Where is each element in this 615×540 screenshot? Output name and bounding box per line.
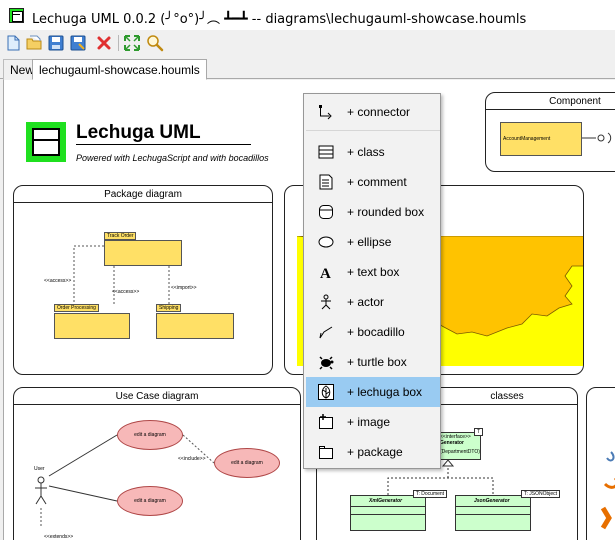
text-box-icon: A <box>320 266 331 280</box>
menu-item-package-label: + package <box>347 445 403 459</box>
import-label: <<import>> <box>171 285 197 291</box>
lechuga-app-icon <box>9 8 24 23</box>
use-case-diagram-sheet[interactable]: Use Case diagram edit a diagram edit a d… <box>13 387 301 540</box>
image-icon <box>319 414 333 429</box>
menu-item-connector[interactable]: + connector <box>306 97 440 127</box>
brand-logo-icon <box>26 122 66 162</box>
java-logo-icon <box>600 451 615 530</box>
use-case-connectors <box>35 434 215 528</box>
brand-title: Lechuga UML <box>76 122 251 145</box>
access-label-2: <<access>> <box>112 289 140 295</box>
save-as-icon[interactable] <box>69 34 87 52</box>
access-label-1: <<access>> <box>44 278 72 284</box>
menu-item-lechuga-box-label: + lechuga box <box>347 385 423 399</box>
menu-item-actor-label: + actor <box>347 295 385 309</box>
brand-subtitle: Powered with LechugaScript and with boca… <box>76 153 269 163</box>
menu-item-ellipse-label: + ellipse <box>347 235 392 249</box>
menu-item-actor[interactable]: + actor <box>306 287 440 317</box>
window-title: Lechuga UML 0.0.2 (╯°o°)╯︵ ┻━┻ -- diagra… <box>32 12 527 27</box>
open-folder-icon[interactable] <box>25 34 43 52</box>
toolbar <box>0 30 615 57</box>
svg-text:A: A <box>320 266 331 280</box>
new-file-icon[interactable] <box>4 34 22 52</box>
menu-item-connector-label: + connector <box>347 105 411 119</box>
turtle-icon <box>319 356 334 370</box>
title-bar: Lechuga UML 0.0.2 (╯°o°)╯︵ ┻━┻ -- diagra… <box>0 0 615 30</box>
menu-item-text-box-label: + text box <box>347 265 400 279</box>
package-icon <box>319 446 333 459</box>
java-sheet[interactable] <box>586 387 615 540</box>
menu-item-class[interactable]: + class <box>306 137 440 167</box>
include-label: <<include>> <box>178 456 206 462</box>
menu-item-rounded-box[interactable]: + rounded box <box>306 197 440 227</box>
tab-showcase[interactable]: lechugauml-showcase.houmls <box>32 59 207 80</box>
bocadillo-icon <box>319 326 333 339</box>
insert-context-menu: + connector + class + comment + rounded … <box>303 93 441 469</box>
menu-item-bocadillo[interactable]: + bocadillo <box>306 317 440 347</box>
lechuga-icon <box>318 384 334 400</box>
menu-item-comment[interactable]: + comment <box>306 167 440 197</box>
package-diagram-sheet[interactable]: Package diagram Track Order Order Proces… <box>13 185 273 375</box>
class-icon <box>318 145 334 159</box>
menu-item-comment-label: + comment <box>347 175 407 189</box>
save-icon[interactable] <box>47 34 65 52</box>
component-port <box>582 132 612 144</box>
actor-label: User <box>34 466 45 472</box>
menu-item-turtle-box-label: + turtle box <box>347 355 407 369</box>
actor-icon <box>321 294 331 310</box>
menu-item-bocadillo-label: + bocadillo <box>347 325 405 339</box>
comment-icon <box>319 174 333 190</box>
zoom-icon[interactable] <box>146 34 164 52</box>
rounded-box-icon <box>319 205 333 219</box>
ellipse-icon <box>318 236 334 248</box>
menu-item-rounded-box-label: + rounded box <box>347 205 425 219</box>
delete-icon[interactable] <box>95 34 113 52</box>
menu-item-image[interactable]: + image <box>306 407 440 437</box>
connector-icon <box>319 105 332 120</box>
menu-item-lechuga-box[interactable]: + lechuga box <box>306 377 440 407</box>
menu-item-turtle-box[interactable]: + turtle box <box>306 347 440 377</box>
menu-item-image-label: + image <box>347 415 391 429</box>
extends-label: <<extends>> <box>44 534 74 540</box>
menu-item-package[interactable]: + package <box>306 437 440 467</box>
menu-item-text-box[interactable]: A + text box <box>306 257 440 287</box>
menu-item-class-label: + class <box>347 145 385 159</box>
tab-bar: New lechugauml-showcase.houmls <box>0 57 615 80</box>
component-diagram-sheet[interactable]: Component AccountManagement <box>485 92 615 172</box>
fit-to-screen-icon[interactable] <box>123 34 141 52</box>
menu-item-ellipse[interactable]: + ellipse <box>306 227 440 257</box>
